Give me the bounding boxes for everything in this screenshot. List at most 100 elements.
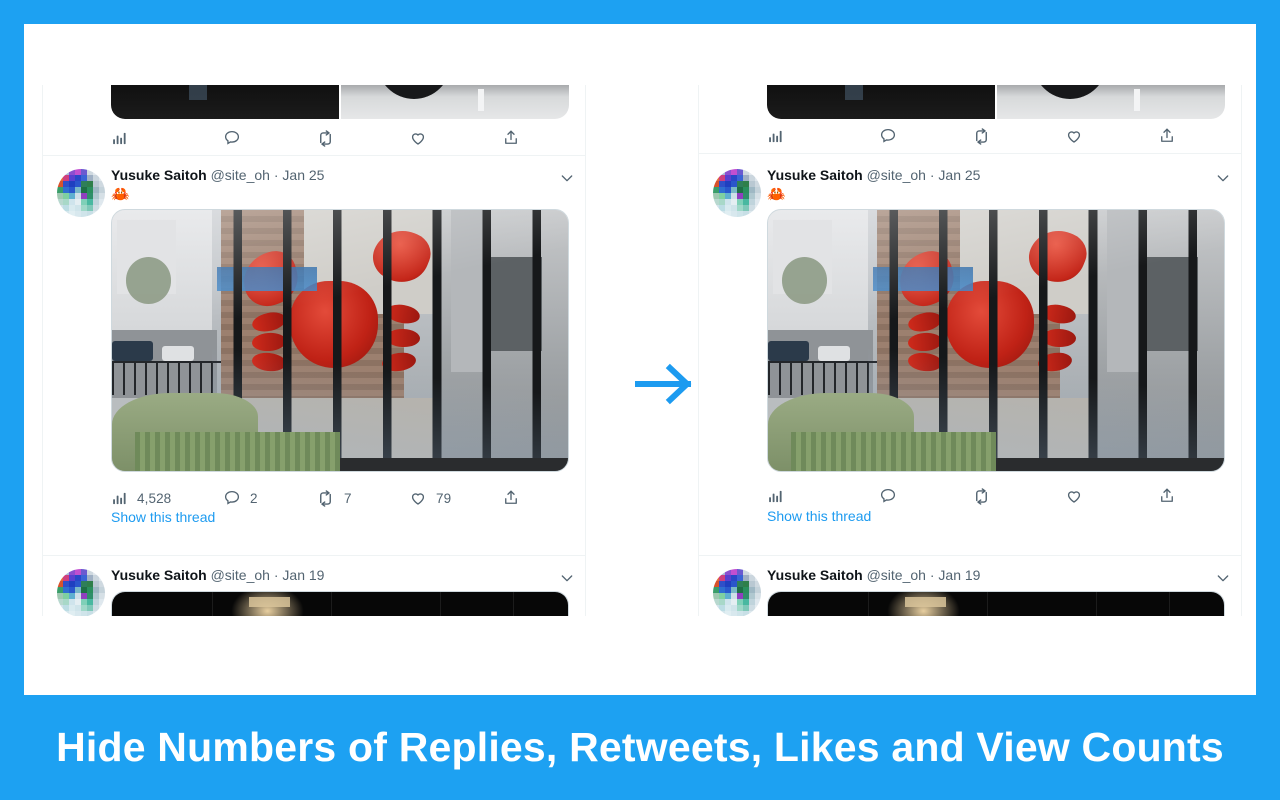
views-count: 4,528 — [137, 490, 172, 506]
author-handle[interactable]: @site_oh — [867, 167, 926, 183]
chevron-down-icon[interactable] — [1215, 570, 1231, 586]
chevron-down-icon[interactable] — [1215, 170, 1231, 186]
tweet-divider — [43, 155, 585, 156]
like-count: 79 — [436, 490, 452, 506]
comparison-figure: Yusuke Saitoh @site_oh · Jan 25 🦀 4,528 … — [0, 0, 1280, 800]
share-icon — [502, 489, 520, 507]
tweet-divider — [699, 555, 1241, 556]
reply-icon — [223, 129, 241, 147]
tweet-media[interactable] — [111, 591, 569, 616]
views-icon — [767, 128, 784, 145]
tweet-divider — [699, 153, 1241, 154]
separator: · — [929, 567, 935, 583]
tweet-jan25[interactable]: Yusuke Saitoh @site_oh · Jan 25 🦀 — [43, 163, 585, 525]
before-after-panes: Yusuke Saitoh @site_oh · Jan 25 🦀 4,528 … — [24, 24, 1256, 695]
tweet-media[interactable] — [111, 209, 569, 472]
tweet-media-partial[interactable] — [111, 85, 569, 119]
tweet-media[interactable] — [767, 591, 1225, 616]
tweet-jan19[interactable]: Yusuke Saitoh @site_oh · Jan 19 — [699, 563, 1241, 616]
avatar[interactable] — [57, 169, 105, 217]
tweet-jan19[interactable]: Yusuke Saitoh @site_oh · Jan 19 — [43, 563, 585, 616]
author-name[interactable]: Yusuke Saitoh — [111, 567, 207, 583]
tweet-date[interactable]: Jan 19 — [282, 567, 324, 583]
tweet-header: Yusuke Saitoh @site_oh · Jan 19 — [111, 566, 559, 584]
reply-action[interactable] — [223, 129, 316, 147]
author-name[interactable]: Yusuke Saitoh — [767, 167, 863, 183]
share-icon — [1158, 487, 1176, 505]
separator: · — [273, 167, 279, 183]
show-thread-link[interactable]: Show this thread — [767, 508, 871, 524]
avatar[interactable] — [57, 569, 105, 616]
tweet-header: Yusuke Saitoh @site_oh · Jan 19 — [767, 566, 1215, 584]
reply-count: 2 — [250, 490, 258, 506]
author-handle[interactable]: @site_oh — [211, 567, 270, 583]
share-icon — [1158, 127, 1176, 145]
avatar[interactable] — [713, 169, 761, 217]
retweet-icon — [972, 487, 991, 506]
right-arrow-icon — [630, 362, 700, 406]
like-icon — [1065, 127, 1083, 145]
tweet-date[interactable]: Jan 19 — [938, 567, 980, 583]
timeline-pane-after[interactable]: Yusuke Saitoh @site_oh · Jan 25 🦀 Show t… — [698, 85, 1242, 616]
retweet-action[interactable] — [972, 127, 1065, 146]
retweet-action[interactable]: 7 — [316, 489, 409, 508]
views-action[interactable] — [767, 128, 879, 145]
like-icon — [409, 129, 427, 147]
timeline-pane-before[interactable]: Yusuke Saitoh @site_oh · Jan 25 🦀 4,528 … — [42, 85, 586, 616]
like-action[interactable] — [1065, 487, 1158, 505]
reply-icon — [879, 487, 897, 505]
separator: · — [273, 567, 279, 583]
reply-icon — [879, 127, 897, 145]
reply-action[interactable] — [879, 127, 972, 145]
retweet-icon — [972, 127, 991, 146]
views-action[interactable]: 4,528 — [111, 490, 223, 507]
like-action[interactable] — [1065, 127, 1158, 145]
tweet-header: Yusuke Saitoh @site_oh · Jan 25 — [767, 166, 1215, 184]
author-handle[interactable]: @site_oh — [211, 167, 270, 183]
retweet-action[interactable] — [972, 487, 1065, 506]
retweet-action[interactable] — [316, 129, 409, 148]
author-name[interactable]: Yusuke Saitoh — [111, 167, 207, 183]
figure-caption: Hide Numbers of Replies, Retweets, Likes… — [0, 695, 1280, 800]
show-thread-link[interactable]: Show this thread — [111, 509, 215, 525]
tweet-date[interactable]: Jan 25 — [282, 167, 324, 183]
views-action[interactable] — [767, 488, 879, 505]
retweet-count: 7 — [344, 490, 352, 506]
like-icon — [1065, 487, 1083, 505]
tweet-media[interactable] — [767, 209, 1225, 472]
caption-text: Hide Numbers of Replies, Retweets, Likes… — [56, 724, 1224, 770]
share-icon — [502, 129, 520, 147]
avatar[interactable] — [713, 569, 761, 616]
like-action[interactable] — [409, 129, 502, 147]
views-icon — [111, 490, 128, 507]
like-action[interactable]: 79 — [409, 489, 502, 507]
tweet-action-bar-partial[interactable] — [111, 123, 551, 153]
tweet-jan25[interactable]: Yusuke Saitoh @site_oh · Jan 25 🦀 — [699, 163, 1241, 524]
share-action[interactable] — [1158, 487, 1198, 505]
reply-icon — [223, 489, 241, 507]
separator: · — [929, 167, 935, 183]
tweet-text: 🦀 — [767, 186, 786, 203]
reply-action[interactable] — [879, 487, 972, 505]
share-action[interactable] — [502, 489, 542, 507]
share-action[interactable] — [1158, 127, 1198, 145]
reply-action[interactable]: 2 — [223, 489, 316, 507]
tweet-media-partial[interactable] — [767, 85, 1225, 119]
tweet-action-bar[interactable] — [767, 481, 1207, 511]
tweet-header: Yusuke Saitoh @site_oh · Jan 25 — [111, 166, 559, 184]
tweet-date[interactable]: Jan 25 — [938, 167, 980, 183]
retweet-icon — [316, 489, 335, 508]
tweet-text: 🦀 — [111, 186, 130, 203]
views-action[interactable] — [111, 130, 223, 147]
screenshot-card: Yusuke Saitoh @site_oh · Jan 25 🦀 4,528 … — [24, 24, 1256, 695]
like-icon — [409, 489, 427, 507]
chevron-down-icon[interactable] — [559, 170, 575, 186]
author-name[interactable]: Yusuke Saitoh — [767, 567, 863, 583]
tweet-action-bar-partial[interactable] — [767, 121, 1207, 151]
views-icon — [767, 488, 784, 505]
share-action[interactable] — [502, 129, 542, 147]
views-icon — [111, 130, 128, 147]
chevron-down-icon[interactable] — [559, 570, 575, 586]
retweet-icon — [316, 129, 335, 148]
author-handle[interactable]: @site_oh — [867, 567, 926, 583]
